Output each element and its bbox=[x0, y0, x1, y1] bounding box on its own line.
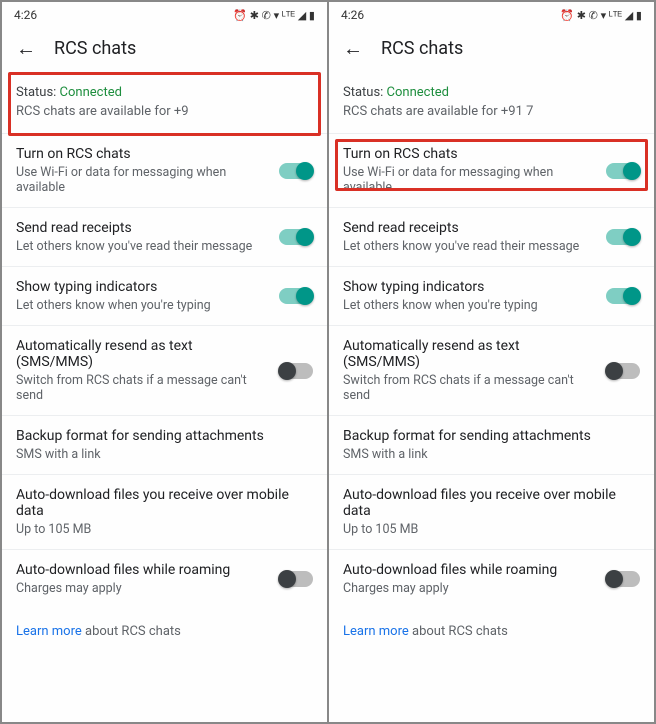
toggle-read-receipts[interactable] bbox=[279, 229, 313, 245]
status-bar: 4:26 ⏰ ✱ ✆ ▾ ᴸᵀᴱ ◢ ▮ bbox=[2, 2, 327, 26]
row-turn-on-rcs[interactable]: Turn on RCS chats Use Wi-Fi or data for m… bbox=[2, 133, 327, 207]
phone-right: 4:26 ⏰ ✱ ✆ ▾ ᴸᵀᴱ ◢ ▮ ← RCS chats Status:… bbox=[329, 2, 654, 722]
row-sub: Let others know you've read their messag… bbox=[16, 239, 269, 254]
row-sub: Switch from RCS chats if a message can't… bbox=[16, 373, 269, 403]
status-label: Status: bbox=[343, 85, 387, 100]
status-value: Connected bbox=[60, 85, 122, 100]
toggle-auto-resend[interactable] bbox=[606, 363, 640, 379]
header: ← RCS chats bbox=[329, 26, 654, 73]
page-title: RCS chats bbox=[54, 38, 136, 59]
back-arrow-icon[interactable]: ← bbox=[16, 36, 36, 61]
row-sub: SMS with a link bbox=[16, 447, 303, 462]
status-value: Connected bbox=[387, 85, 449, 100]
row-title: Auto-download files while roaming bbox=[343, 562, 596, 578]
row-read-receipts[interactable]: Send read receipts Let others know you've… bbox=[2, 207, 327, 266]
toggle-turn-on-rcs[interactable] bbox=[279, 163, 313, 179]
row-title: Backup format for sending attachments bbox=[343, 428, 630, 444]
row-backup-format[interactable]: Backup format for sending attachments SMS… bbox=[329, 415, 654, 474]
row-read-receipts[interactable]: Send read receipts Let others know you've… bbox=[329, 207, 654, 266]
row-title: Backup format for sending attachments bbox=[16, 428, 303, 444]
row-sub: Let others know when you're typing bbox=[16, 298, 269, 313]
status-icons: ⏰ ✱ ✆ ▾ ᴸᵀᴱ ◢ ▮ bbox=[233, 9, 315, 22]
row-autodownload-roaming[interactable]: Auto-download files while roaming Charges… bbox=[2, 549, 327, 608]
row-sub: Switch from RCS chats if a message can't… bbox=[343, 373, 596, 403]
page-title: RCS chats bbox=[381, 38, 463, 59]
header: ← RCS chats bbox=[2, 26, 327, 73]
row-autodownload-mobile[interactable]: Auto-download files you receive over mob… bbox=[329, 474, 654, 549]
toggle-typing[interactable] bbox=[279, 288, 313, 304]
row-sub: Use Wi-Fi or data for messaging when ava… bbox=[343, 165, 596, 195]
row-title: Send read receipts bbox=[343, 220, 596, 236]
toggle-typing[interactable] bbox=[606, 288, 640, 304]
learn-more-rest: about RCS chats bbox=[409, 624, 508, 639]
status-label: Status: bbox=[16, 85, 60, 100]
row-autodownload-roaming[interactable]: Auto-download files while roaming Charges… bbox=[329, 549, 654, 608]
row-typing-indicators[interactable]: Show typing indicators Let others know wh… bbox=[2, 266, 327, 325]
row-sub: Up to 105 MB bbox=[343, 522, 630, 537]
learn-more-line: Learn more about RCS chats bbox=[2, 608, 327, 655]
row-sub: SMS with a link bbox=[343, 447, 630, 462]
rcs-status-block: Status: Connected RCS chats are availabl… bbox=[2, 73, 327, 133]
row-title: Auto-download files you receive over mob… bbox=[343, 487, 630, 519]
toggle-autodl-roaming[interactable] bbox=[606, 571, 640, 587]
row-turn-on-rcs[interactable]: Turn on RCS chats Use Wi-Fi or data for m… bbox=[329, 133, 654, 207]
learn-more-line: Learn more about RCS chats bbox=[329, 608, 654, 655]
status-line: Status: Connected bbox=[343, 85, 640, 100]
back-arrow-icon[interactable]: ← bbox=[343, 36, 363, 61]
row-title: Turn on RCS chats bbox=[16, 146, 269, 162]
row-sub: Use Wi-Fi or data for messaging when ava… bbox=[16, 165, 269, 195]
toggle-auto-resend[interactable] bbox=[279, 363, 313, 379]
row-title: Automatically resend as text (SMS/MMS) bbox=[343, 338, 596, 370]
row-auto-resend[interactable]: Automatically resend as text (SMS/MMS)Sw… bbox=[329, 325, 654, 415]
row-sub: Charges may apply bbox=[16, 581, 269, 596]
phone-left: 4:26 ⏰ ✱ ✆ ▾ ᴸᵀᴱ ◢ ▮ ← RCS chats Status:… bbox=[2, 2, 327, 722]
row-title: Show typing indicators bbox=[16, 279, 269, 295]
rcs-status-block: Status: Connected RCS chats are availabl… bbox=[329, 73, 654, 133]
learn-more-link[interactable]: Learn more bbox=[16, 624, 82, 639]
learn-more-link[interactable]: Learn more bbox=[343, 624, 409, 639]
status-subtext: RCS chats are available for +91 7 bbox=[343, 104, 640, 119]
row-sub: Let others know when you're typing bbox=[343, 298, 596, 313]
row-title: Auto-download files while roaming bbox=[16, 562, 269, 578]
learn-more-rest: about RCS chats bbox=[82, 624, 181, 639]
row-typing-indicators[interactable]: Show typing indicators Let others know wh… bbox=[329, 266, 654, 325]
row-sub: Let others know you've read their messag… bbox=[343, 239, 596, 254]
clock: 4:26 bbox=[341, 8, 364, 22]
row-autodownload-mobile[interactable]: Auto-download files you receive over mob… bbox=[2, 474, 327, 549]
row-title: Turn on RCS chats bbox=[343, 146, 596, 162]
toggle-turn-on-rcs[interactable] bbox=[606, 163, 640, 179]
status-icons: ⏰ ✱ ✆ ▾ ᴸᵀᴱ ◢ ▮ bbox=[560, 9, 642, 22]
status-subtext: RCS chats are available for +9 bbox=[16, 104, 313, 119]
row-title: Auto-download files you receive over mob… bbox=[16, 487, 303, 519]
row-title: Send read receipts bbox=[16, 220, 269, 236]
row-backup-format[interactable]: Backup format for sending attachments SMS… bbox=[2, 415, 327, 474]
row-sub: Up to 105 MB bbox=[16, 522, 303, 537]
row-title: Show typing indicators bbox=[343, 279, 596, 295]
clock: 4:26 bbox=[14, 8, 37, 22]
status-line: Status: Connected bbox=[16, 85, 313, 100]
row-sub: Charges may apply bbox=[343, 581, 596, 596]
row-auto-resend[interactable]: Automatically resend as text (SMS/MMS)Sw… bbox=[2, 325, 327, 415]
toggle-autodl-roaming[interactable] bbox=[279, 571, 313, 587]
row-title: Automatically resend as text (SMS/MMS) bbox=[16, 338, 269, 370]
status-bar: 4:26 ⏰ ✱ ✆ ▾ ᴸᵀᴱ ◢ ▮ bbox=[329, 2, 654, 26]
toggle-read-receipts[interactable] bbox=[606, 229, 640, 245]
